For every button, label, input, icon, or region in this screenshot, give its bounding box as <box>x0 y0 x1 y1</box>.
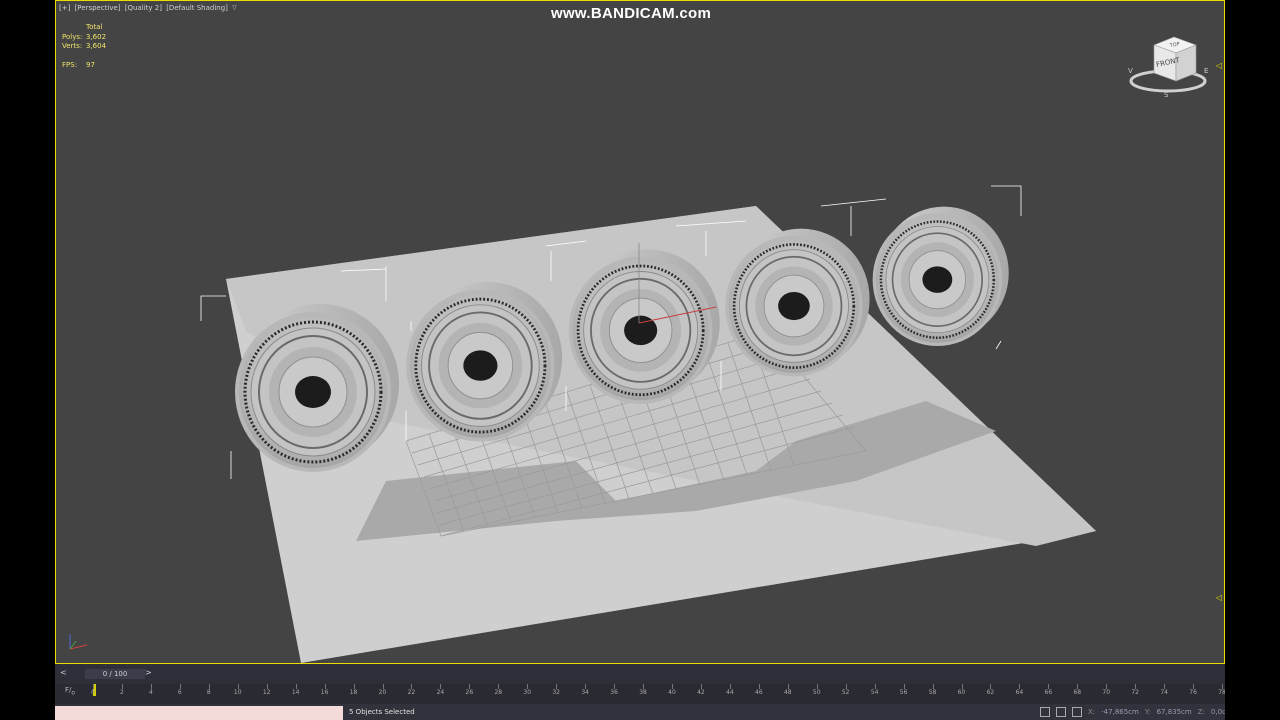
ruler-label: 14 <box>291 689 300 696</box>
ruler-label: 70 <box>1102 689 1111 696</box>
ruler-label: 12 <box>262 689 271 696</box>
ruler-label: 54 <box>870 689 879 696</box>
viewport-right-arrow-top-icon: ◁ <box>1215 61 1222 70</box>
coordinate-display: X: -47,865cm Y: 67,835cm Z: 0,0cm <box>1040 707 1225 717</box>
ruler-label: 38 <box>639 689 647 696</box>
bandicam-watermark: www.BANDICAM.com <box>551 5 712 22</box>
ruler-label: 20 <box>378 689 387 696</box>
verts-label: Verts: <box>62 42 83 50</box>
y-coordinate[interactable]: 67,835cm <box>1157 708 1192 716</box>
scene-render: z <box>200 185 1096 663</box>
fps-value: 97 <box>86 60 95 69</box>
key-filter-icon[interactable]: F/o <box>65 686 75 696</box>
ruler-label: 62 <box>986 689 995 696</box>
ruler-label: 26 <box>465 689 474 696</box>
ruler-label: 32 <box>552 689 561 696</box>
verts-value: 3,604 <box>86 42 107 50</box>
svg-text:E: E <box>1204 67 1208 75</box>
perspective-viewport[interactable]: z [+] [Perspective] [Quality 2] [Default… <box>55 0 1225 664</box>
absolute-mode-icon[interactable] <box>1072 707 1082 717</box>
ruler-label: 60 <box>957 689 966 696</box>
ruler-label: 28 <box>494 689 503 696</box>
ruler-label: 2 <box>120 689 124 696</box>
viewcube[interactable]: TOP FRONT V E S <box>1126 33 1211 101</box>
ruler-label: 48 <box>783 689 792 696</box>
svg-text:z: z <box>637 237 640 243</box>
ruler-label: 22 <box>407 689 416 696</box>
time-slider-handle[interactable]: 0 / 100 <box>85 669 145 679</box>
viewport-right-arrow-bottom-icon: ◁ <box>1215 593 1222 602</box>
fps-label: FPS: <box>62 60 78 69</box>
max-application: z [+] [Perspective] [Quality 2] [Default… <box>55 0 1225 720</box>
y-label: Y: <box>1144 708 1151 716</box>
track-bar[interactable]: F/o 0 2 4 6 8 10 12 14 16 18 20 22 24 26 28 30 32 34 36 38 4… <box>55 684 1225 704</box>
ruler-label: 10 <box>233 689 242 696</box>
selection-lock-icon[interactable] <box>1056 707 1066 717</box>
ruler-label: 46 <box>755 689 763 696</box>
ruler-label: 64 <box>1015 689 1024 696</box>
z-label: Z: <box>1197 708 1205 716</box>
svg-text:V: V <box>1128 67 1133 75</box>
ruler-label: 36 <box>610 689 618 696</box>
ruler-label: 74 <box>1160 689 1168 696</box>
ruler-label: 6 <box>177 689 182 696</box>
x-coordinate[interactable]: -47,865cm <box>1101 708 1139 716</box>
ruler-label: 42 <box>697 689 705 696</box>
ruler-label: 66 <box>1044 689 1053 696</box>
ruler-label: 76 <box>1189 689 1197 696</box>
viewport-quality[interactable]: [Quality 2] <box>125 4 162 12</box>
ruler-label: 52 <box>841 689 850 696</box>
viewport-plus-menu[interactable]: [+] <box>59 4 70 12</box>
polys-value: 3,602 <box>86 32 107 41</box>
ruler-label: 34 <box>581 689 589 696</box>
ruler-label: 78 <box>1218 689 1225 696</box>
svg-text:S: S <box>1164 91 1169 99</box>
time-next-button[interactable]: > <box>145 668 152 677</box>
viewport-filter-icon[interactable]: ∇ <box>232 4 237 12</box>
ruler-label: 68 <box>1073 689 1082 696</box>
z-coordinate[interactable]: 0,0cm <box>1211 708 1225 716</box>
time-prev-button[interactable]: < <box>60 668 67 677</box>
viewport-shading[interactable]: [Default Shading] <box>166 4 228 12</box>
stats-title: Total <box>86 23 103 31</box>
isolate-selection-icon[interactable] <box>1040 707 1050 717</box>
viewport-label-menu[interactable]: [+] [Perspective] [Quality 2] [Default S… <box>59 4 239 12</box>
status-bar: 5 Objects Selected X: -47,865cm Y: 67,835c… <box>55 704 1225 720</box>
wheel-5 <box>871 205 1010 348</box>
ruler-label: 72 <box>1131 689 1140 696</box>
ruler-label: 30 <box>523 689 532 696</box>
ruler-label: 18 <box>349 689 358 696</box>
ruler-label: 4 <box>148 689 153 696</box>
selection-status: 5 Objects Selected <box>349 708 415 716</box>
axis-tripod-icon <box>69 634 88 650</box>
maxscript-listener[interactable] <box>55 706 343 720</box>
ruler-label: 56 <box>899 689 908 696</box>
time-slider-bar[interactable]: < 0 / 100 > <box>55 664 1225 684</box>
ruler-label: 16 <box>320 689 329 696</box>
ruler-label: 8 <box>206 689 211 696</box>
ruler-label: 58 <box>928 689 937 696</box>
x-label: X: <box>1088 708 1096 716</box>
statistics-overlay: Total Polys: 3,602 Verts: 3,604 FPS: 97 <box>62 23 106 70</box>
ruler-label: 40 <box>668 689 676 696</box>
ruler-label: 50 <box>812 689 821 696</box>
ruler-label: 0 <box>91 689 95 696</box>
ruler-label: 24 <box>436 689 445 696</box>
polys-label: Polys: <box>62 32 83 41</box>
ruler-label: 44 <box>726 689 734 696</box>
viewport-point-of-view[interactable]: [Perspective] <box>75 4 121 12</box>
